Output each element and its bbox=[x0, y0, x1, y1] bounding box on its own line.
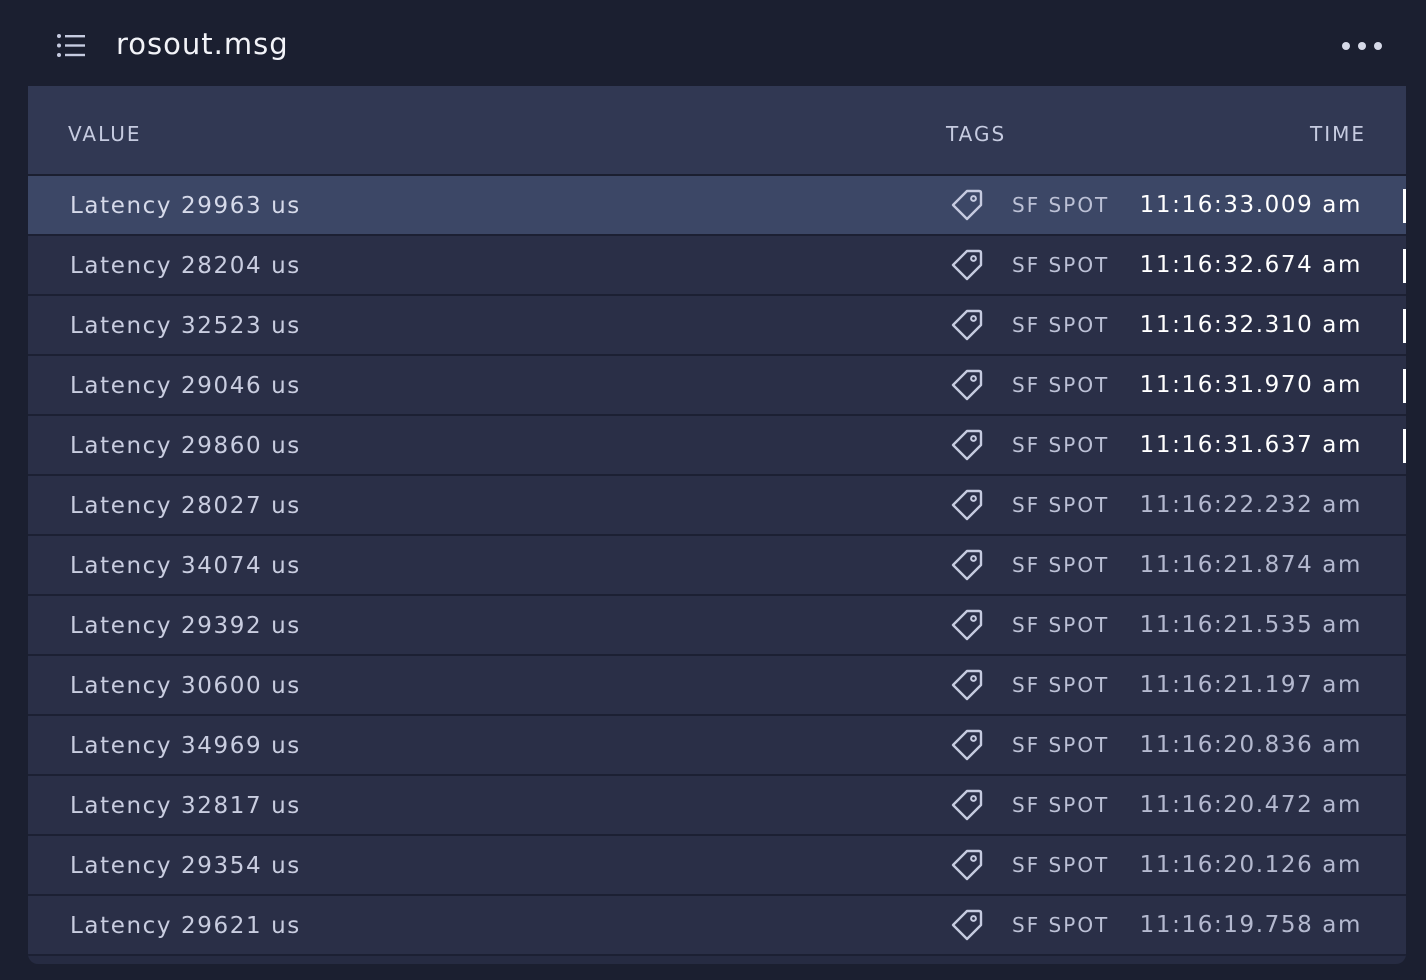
list-icon[interactable] bbox=[56, 33, 86, 59]
tag-icon bbox=[951, 549, 983, 581]
tag-icon bbox=[951, 309, 983, 341]
row-time: 11:16:33.009 am bbox=[1139, 192, 1362, 218]
recent-marker bbox=[1403, 189, 1406, 223]
tag-icon bbox=[951, 729, 983, 761]
row-value: Latency 29392 us bbox=[70, 613, 301, 639]
tag-icon bbox=[951, 249, 983, 281]
row-time: 11:16:21.197 am bbox=[1139, 672, 1362, 698]
recent-marker bbox=[1403, 369, 1406, 403]
table-row[interactable]: Latency 29860 us SF SPOT 11:16:31.637 am bbox=[28, 416, 1406, 476]
row-tag: SF SPOT bbox=[1012, 793, 1110, 817]
table-row[interactable]: Latency 29046 us SF SPOT 11:16:31.970 am bbox=[28, 356, 1406, 416]
recent-marker bbox=[1403, 429, 1406, 463]
table-row[interactable]: Latency 28027 us SF SPOT 11:16:22.232 am bbox=[28, 476, 1406, 536]
row-tag: SF SPOT bbox=[1012, 673, 1110, 697]
row-value: Latency 29963 us bbox=[70, 193, 301, 219]
row-tag: SF SPOT bbox=[1012, 493, 1110, 517]
row-tag: SF SPOT bbox=[1012, 193, 1110, 217]
row-tag: SF SPOT bbox=[1012, 733, 1110, 757]
table-row[interactable]: Latency 29621 us SF SPOT 11:16:19.758 am bbox=[28, 896, 1406, 956]
log-panel: rosout.msg VALUE TAGS TIME Latency 29963… bbox=[0, 0, 1426, 980]
row-time: 11:16:22.232 am bbox=[1139, 492, 1362, 518]
row-time: 11:16:20.836 am bbox=[1139, 732, 1362, 758]
row-time: 11:16:32.674 am bbox=[1139, 252, 1362, 278]
tag-icon bbox=[951, 909, 983, 941]
column-header-tags[interactable]: TAGS bbox=[946, 122, 1006, 146]
table-row[interactable]: Latency 32523 us SF SPOT 11:16:32.310 am bbox=[28, 296, 1406, 356]
row-time: 11:16:20.472 am bbox=[1139, 792, 1362, 818]
row-value: Latency 29621 us bbox=[70, 913, 301, 939]
row-value: Latency 29354 us bbox=[70, 853, 301, 879]
row-time: 11:16:32.310 am bbox=[1139, 312, 1362, 338]
recent-marker bbox=[1403, 309, 1406, 343]
row-value: Latency 28204 us bbox=[70, 253, 301, 279]
row-value: Latency 28027 us bbox=[70, 493, 301, 519]
tag-icon bbox=[951, 609, 983, 641]
row-tag: SF SPOT bbox=[1012, 313, 1110, 337]
row-tag: SF SPOT bbox=[1012, 853, 1110, 877]
row-time: 11:16:21.874 am bbox=[1139, 552, 1362, 578]
table-row[interactable]: Latency 32817 us SF SPOT 11:16:20.472 am bbox=[28, 776, 1406, 836]
table-row[interactable]: Latency 29354 us SF SPOT 11:16:20.126 am bbox=[28, 836, 1406, 896]
row-tag: SF SPOT bbox=[1012, 253, 1110, 277]
table-row[interactable]: Latency 30600 us SF SPOT 11:16:21.197 am bbox=[28, 656, 1406, 716]
panel-header: rosout.msg bbox=[0, 0, 1426, 86]
table-body: Latency 29963 us SF SPOT 11:16:33.009 am La… bbox=[28, 176, 1406, 956]
tag-icon bbox=[951, 369, 983, 401]
table-row[interactable]: Latency 34969 us SF SPOT 11:16:20.836 am bbox=[28, 716, 1406, 776]
row-tag: SF SPOT bbox=[1012, 433, 1110, 457]
column-header-value[interactable]: VALUE bbox=[68, 122, 142, 146]
panel-title: rosout.msg bbox=[116, 27, 289, 61]
tag-icon bbox=[951, 669, 983, 701]
table-row[interactable]: Latency 29963 us SF SPOT 11:16:33.009 am bbox=[28, 176, 1406, 236]
row-tag: SF SPOT bbox=[1012, 913, 1110, 937]
row-time: 11:16:31.970 am bbox=[1139, 372, 1362, 398]
table-row[interactable]: Latency 29392 us SF SPOT 11:16:21.535 am bbox=[28, 596, 1406, 656]
recent-marker bbox=[1403, 249, 1406, 283]
row-value: Latency 34969 us bbox=[70, 733, 301, 759]
tag-icon bbox=[951, 189, 983, 221]
row-tag: SF SPOT bbox=[1012, 373, 1110, 397]
log-table: VALUE TAGS TIME Latency 29963 us SF SPOT 1… bbox=[28, 86, 1406, 964]
table-header: VALUE TAGS TIME bbox=[28, 86, 1406, 176]
table-row[interactable]: Latency 28204 us SF SPOT 11:16:32.674 am bbox=[28, 236, 1406, 296]
column-header-time[interactable]: TIME bbox=[1310, 122, 1366, 146]
row-value: Latency 32523 us bbox=[70, 313, 301, 339]
row-value: Latency 29046 us bbox=[70, 373, 301, 399]
row-time: 11:16:19.758 am bbox=[1139, 912, 1362, 938]
row-value: Latency 30600 us bbox=[70, 673, 301, 699]
row-tag: SF SPOT bbox=[1012, 613, 1110, 637]
more-horizontal-icon[interactable] bbox=[1340, 36, 1384, 56]
row-value: Latency 34074 us bbox=[70, 553, 301, 579]
tag-icon bbox=[951, 849, 983, 881]
row-value: Latency 32817 us bbox=[70, 793, 301, 819]
row-time: 11:16:21.535 am bbox=[1139, 612, 1362, 638]
row-time: 11:16:31.637 am bbox=[1139, 432, 1362, 458]
row-tag: SF SPOT bbox=[1012, 553, 1110, 577]
tag-icon bbox=[951, 789, 983, 821]
table-row[interactable]: Latency 34074 us SF SPOT 11:16:21.874 am bbox=[28, 536, 1406, 596]
tag-icon bbox=[951, 429, 983, 461]
row-time: 11:16:20.126 am bbox=[1139, 852, 1362, 878]
row-value: Latency 29860 us bbox=[70, 433, 301, 459]
tag-icon bbox=[951, 489, 983, 521]
